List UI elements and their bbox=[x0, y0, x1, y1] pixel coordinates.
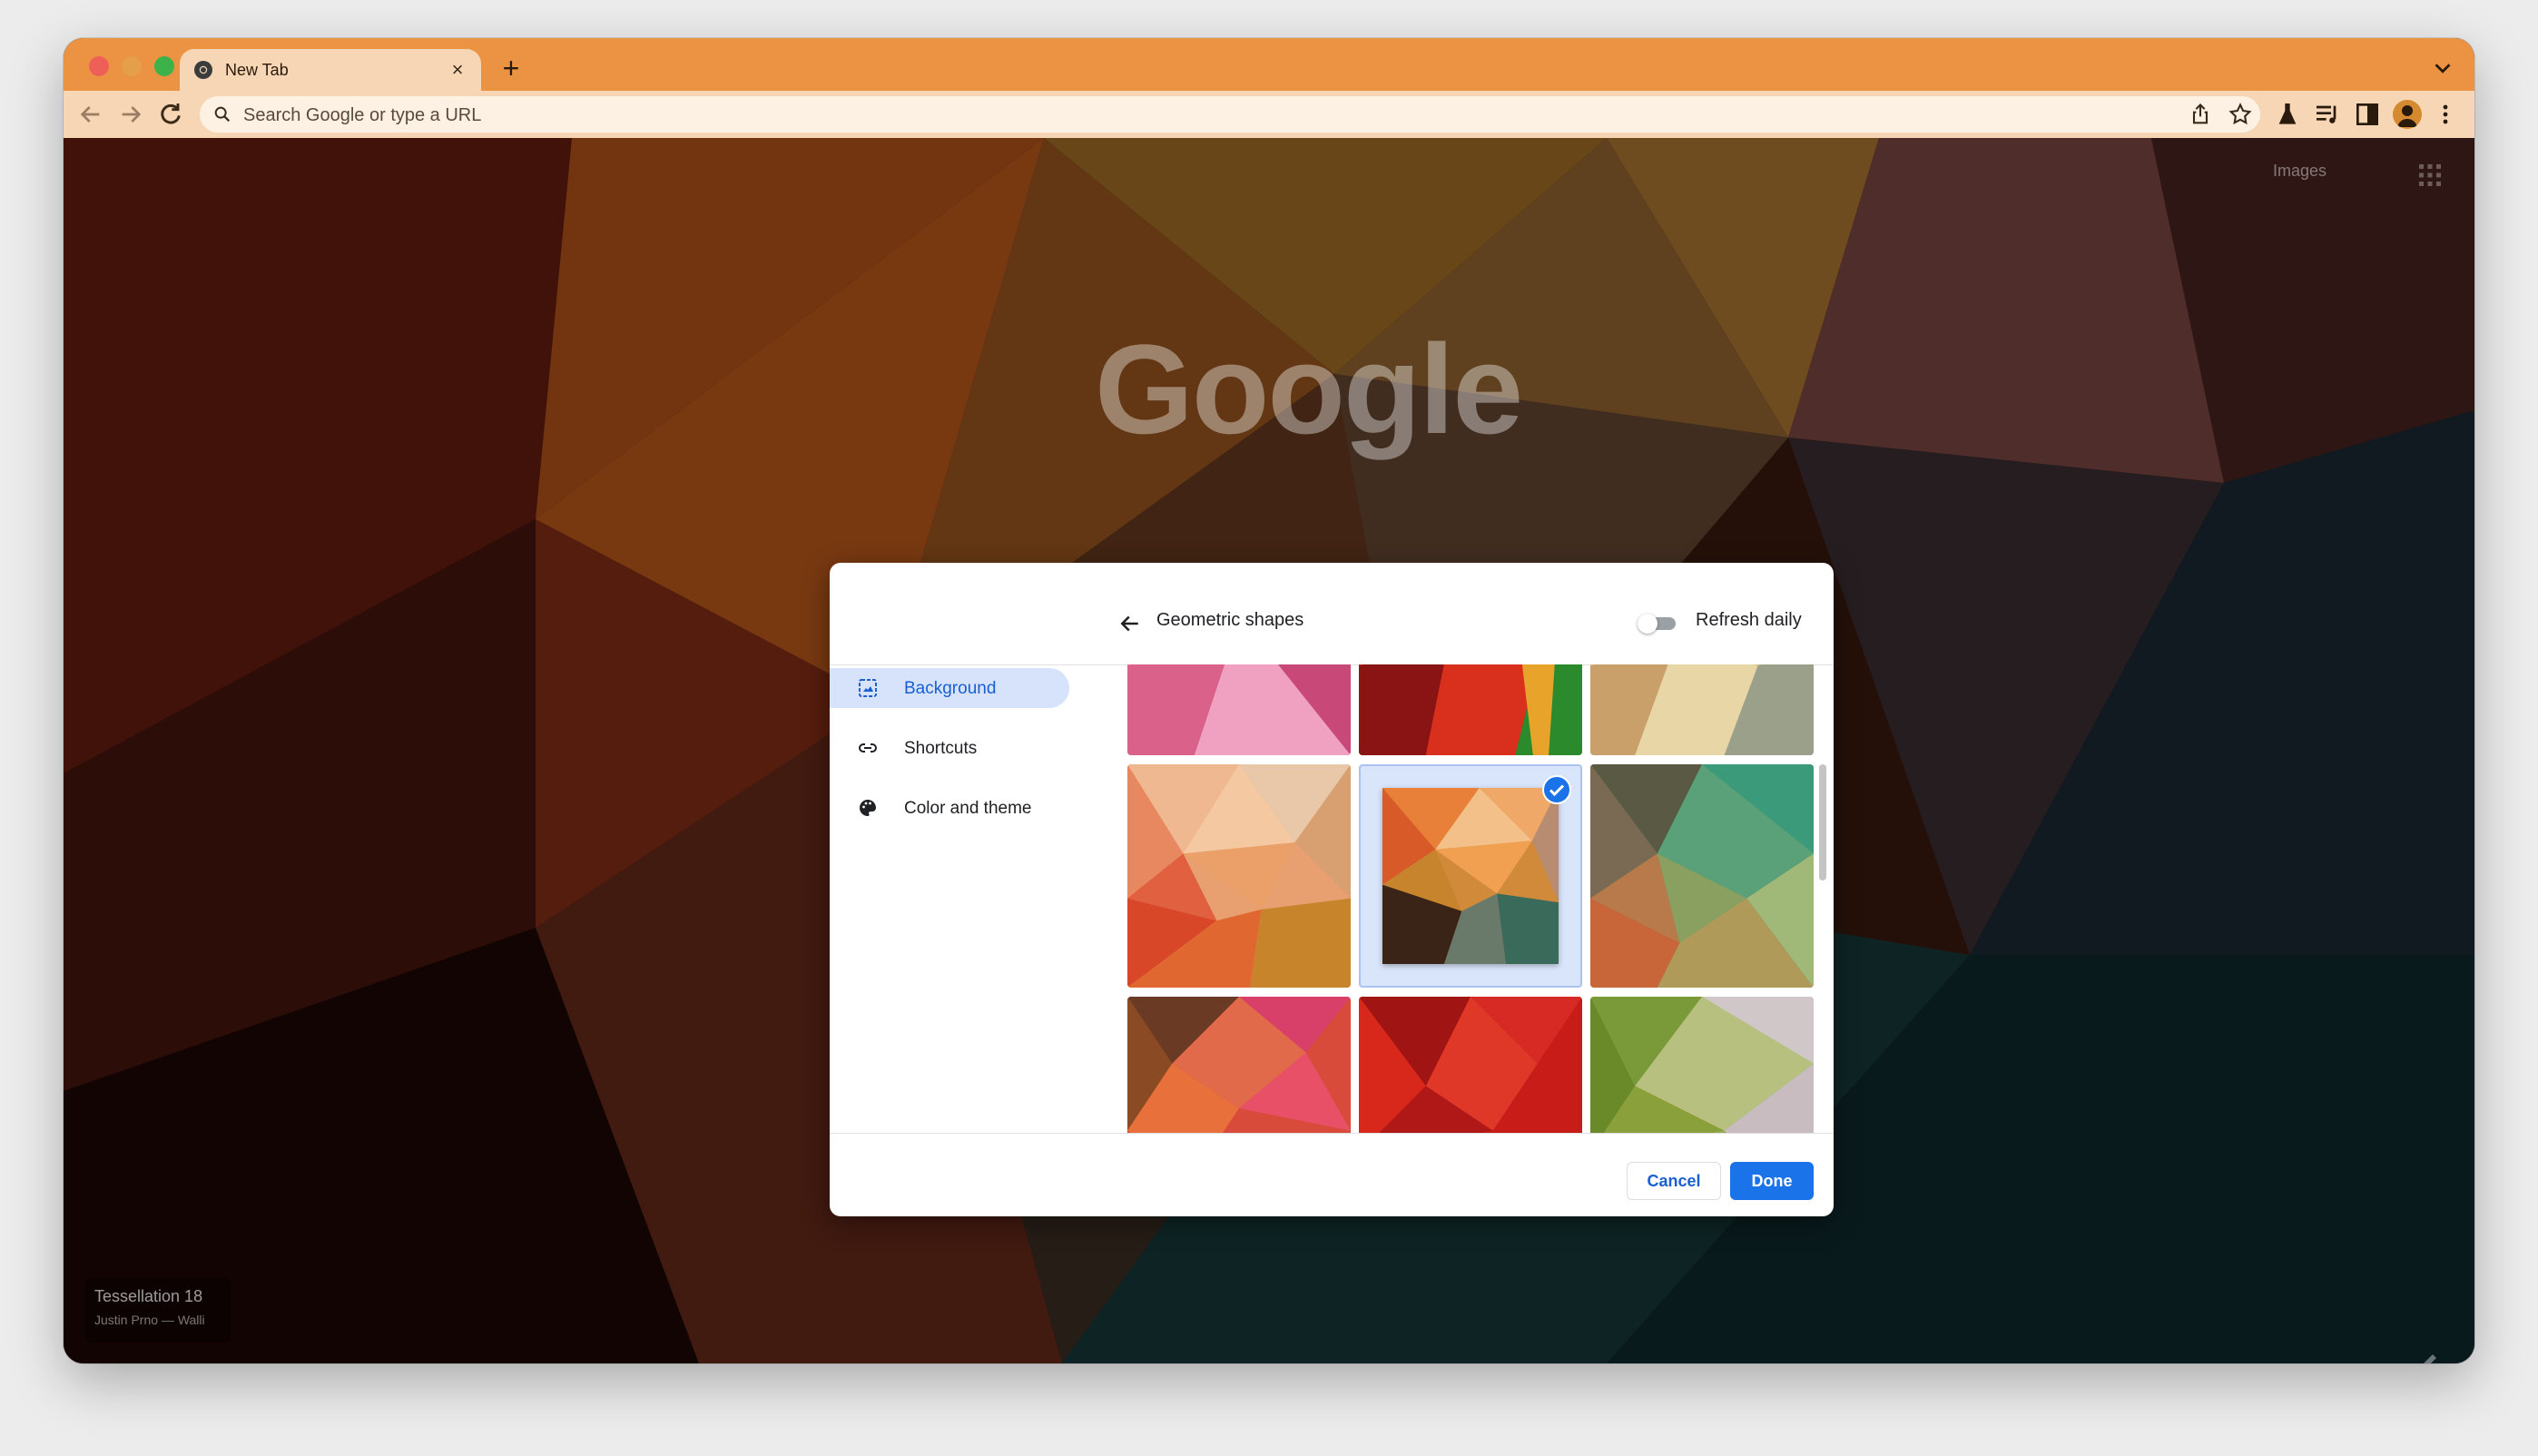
background-tile-selected[interactable] bbox=[1359, 764, 1582, 988]
refresh-daily-label: Refresh daily bbox=[1696, 610, 1802, 630]
back-arrow-icon[interactable] bbox=[76, 100, 105, 129]
reload-icon[interactable] bbox=[156, 100, 185, 129]
link-icon bbox=[857, 737, 879, 759]
attribution-title: Tessellation 18 bbox=[94, 1287, 203, 1305]
pencil-icon[interactable] bbox=[2418, 1351, 2440, 1363]
close-tab-icon[interactable]: × bbox=[445, 57, 470, 83]
menu-label: Shortcuts bbox=[904, 739, 978, 758]
palette-icon bbox=[857, 797, 879, 819]
omnibox-input[interactable] bbox=[241, 96, 1879, 134]
background-grid bbox=[1120, 664, 1821, 1133]
background-tile[interactable] bbox=[1127, 764, 1351, 988]
menu-item-shortcuts[interactable]: Shortcuts bbox=[830, 728, 1069, 768]
selected-tile-image bbox=[1382, 788, 1559, 964]
close-window-button[interactable] bbox=[89, 56, 109, 76]
menu-label: Background bbox=[904, 679, 997, 698]
checkmark-icon bbox=[1542, 775, 1571, 804]
media-controls-icon[interactable] bbox=[2313, 100, 2342, 129]
background-tile[interactable] bbox=[1590, 664, 1814, 755]
menu-label: Color and theme bbox=[904, 799, 1032, 818]
maximize-window-button[interactable] bbox=[154, 56, 174, 76]
background-tile[interactable] bbox=[1127, 664, 1351, 755]
more-menu-icon[interactable] bbox=[2431, 100, 2460, 129]
scrollbar-thumb[interactable] bbox=[1819, 764, 1826, 880]
menu-item-color-theme[interactable]: Color and theme bbox=[830, 788, 1069, 828]
back-arrow-icon[interactable] bbox=[1117, 610, 1144, 637]
toolbar bbox=[64, 91, 2474, 138]
dialog-title: Geometric shapes bbox=[1156, 610, 1304, 630]
refresh-daily-toggle[interactable] bbox=[1638, 614, 1676, 634]
menu-item-background[interactable]: Background bbox=[830, 668, 1069, 708]
bookmark-star-icon[interactable] bbox=[2228, 102, 2253, 127]
apps-grid-icon[interactable] bbox=[2416, 162, 2444, 189]
new-tab-button[interactable]: + bbox=[496, 53, 526, 84]
browser-window: New Tab × + Search Google or type a URL … bbox=[64, 38, 2474, 1363]
background-tile[interactable] bbox=[1590, 997, 1814, 1133]
attribution-author: Justin Prno — Walli bbox=[94, 1313, 205, 1327]
scrollbar[interactable] bbox=[1815, 664, 1828, 1133]
share-icon[interactable] bbox=[2188, 102, 2213, 127]
toggle-knob bbox=[1638, 614, 1658, 634]
background-attribution[interactable]: Tessellation 18 Justin Prno — Walli bbox=[85, 1278, 231, 1342]
background-tile[interactable] bbox=[1359, 997, 1582, 1133]
chevron-down-icon[interactable] bbox=[2429, 54, 2456, 82]
minimize-window-button[interactable] bbox=[122, 56, 142, 76]
images-link[interactable]: Images bbox=[2273, 162, 2326, 181]
google-logo: Google bbox=[1095, 318, 1523, 460]
chrome-icon bbox=[192, 59, 214, 81]
background-icon bbox=[857, 677, 879, 699]
side-panel-icon[interactable] bbox=[2353, 100, 2382, 129]
profile-avatar[interactable] bbox=[2393, 100, 2422, 129]
labs-flask-icon[interactable] bbox=[2273, 100, 2302, 129]
background-tile[interactable] bbox=[1127, 997, 1351, 1133]
tab-strip: New Tab × + bbox=[64, 38, 2474, 93]
divider bbox=[830, 1133, 1834, 1134]
cancel-button[interactable]: Cancel bbox=[1627, 1162, 1721, 1200]
tab-title: New Tab bbox=[225, 61, 289, 79]
dialog-header: Geometric shapes Refresh daily bbox=[830, 563, 1834, 664]
omnibox[interactable] bbox=[200, 96, 2260, 134]
background-tile[interactable] bbox=[1590, 764, 1814, 988]
customize-dialog: Geometric shapes Refresh daily Backgroun… bbox=[830, 563, 1834, 1216]
done-button[interactable]: Done bbox=[1730, 1162, 1814, 1200]
background-tile[interactable] bbox=[1359, 664, 1582, 755]
search-icon bbox=[212, 104, 232, 124]
new-tab-page: Images Google Tessellation 18 Justin Prn… bbox=[64, 138, 2474, 1363]
forward-arrow-icon[interactable] bbox=[116, 100, 145, 129]
tab-new-tab[interactable]: New Tab × bbox=[180, 49, 481, 93]
